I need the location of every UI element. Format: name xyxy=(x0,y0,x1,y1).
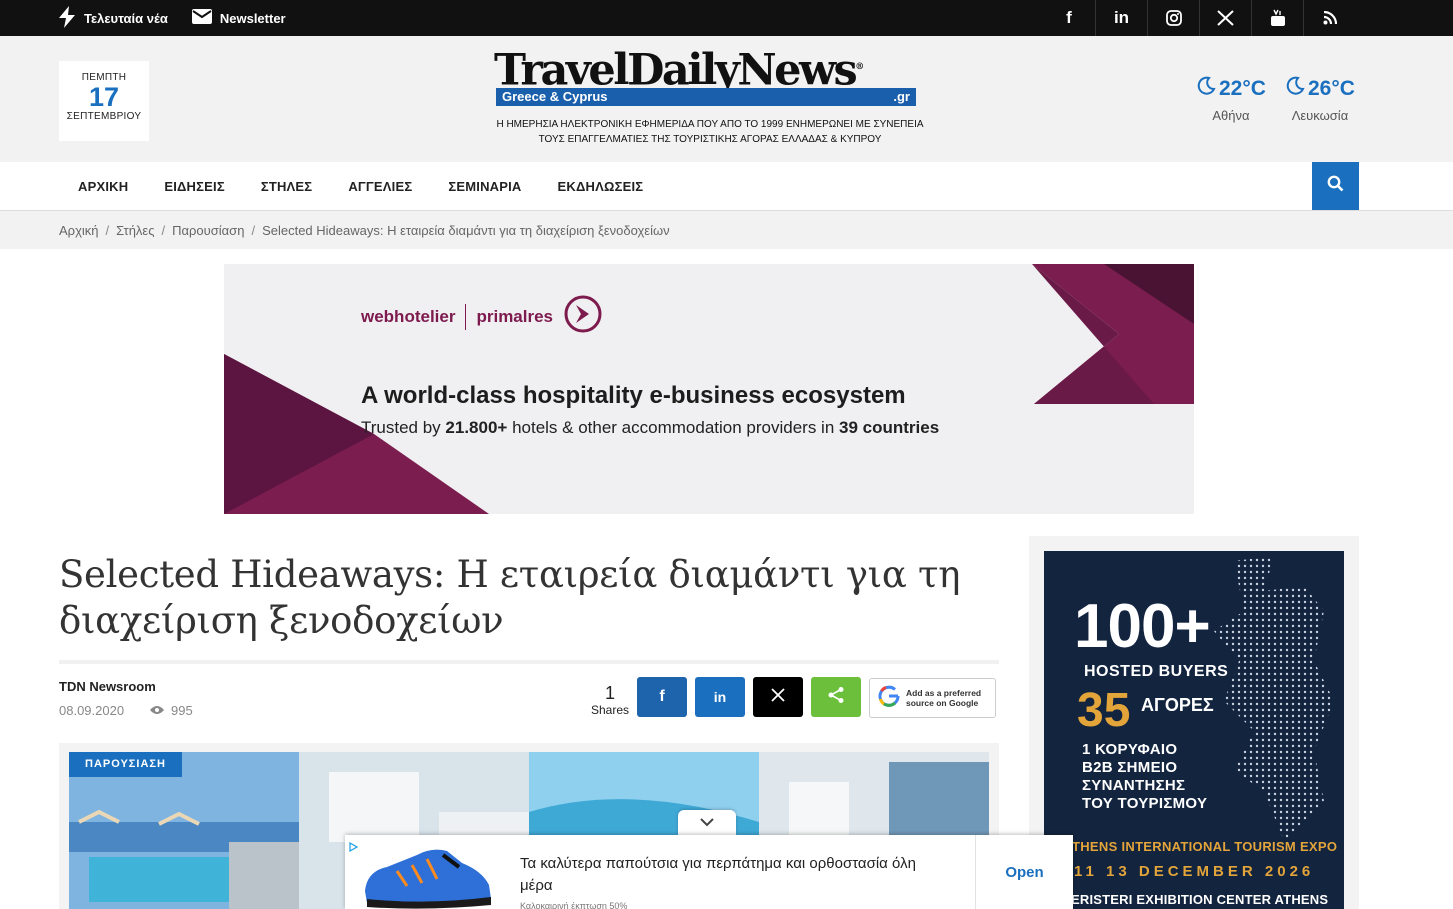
ad-dates: 11 13 DECEMBER 2026 xyxy=(1074,863,1315,880)
top-bar-left: Τελευταία νέα Newsletter xyxy=(58,0,286,36)
date-box: ΠΕΜΠΤΗ 17 ΣΕΠΤΕΜΒΡΙΟΥ xyxy=(59,61,149,141)
moon-icon xyxy=(1285,76,1305,102)
ad-subtext: Καλοκαιρινή έκπτωση 50% xyxy=(520,901,628,909)
breadcrumb-separator: / xyxy=(161,222,166,238)
collapse-ad-button[interactable] xyxy=(678,810,736,835)
latest-news-link[interactable]: Τελευταία νέα xyxy=(58,5,168,31)
nav-item-seminars[interactable]: ΣΕΜΙΝΑΡΙΑ xyxy=(430,179,539,194)
breadcrumb-columns[interactable]: Στήλες xyxy=(116,223,154,238)
weather-city: Λευκωσία xyxy=(1291,108,1349,123)
title-divider xyxy=(59,660,999,664)
search-button[interactable] xyxy=(1312,162,1359,210)
nav-item-classifieds[interactable]: ΑΓΓΕΛΙΕΣ xyxy=(330,179,430,194)
category-tag[interactable]: ΠΑΡΟΥΣΙΑΣΗ xyxy=(69,752,182,777)
brand-logo-icon xyxy=(563,294,603,339)
facebook-icon: f xyxy=(659,688,665,705)
breadcrumb-current: Selected Hideaways: Η εταιρεία διαμάντι … xyxy=(262,222,670,238)
ad-agores: ΑΓΟΡΕΣ xyxy=(1141,695,1214,715)
nav-item-home[interactable]: ΑΡΧΙΚΗ xyxy=(60,179,146,194)
main-nav: ΑΡΧΙΚΗ ΕΙΔΗΣΕΙΣ ΣΤΗΛΕΣ ΑΓΓΕΛΙΕΣ ΣΕΜΙΝΑΡΙ… xyxy=(0,162,1453,211)
ad-venue: ERISTERI EXHIBITION CENTER ATHENS xyxy=(1071,892,1329,907)
nav-item-events[interactable]: ΕΚΔΗΛΩΣΕΙΣ xyxy=(540,179,662,194)
newsletter-label: Newsletter xyxy=(219,10,286,26)
article-author[interactable]: TDN Newsroom xyxy=(59,679,156,694)
logo-domain: .gr xyxy=(893,89,910,104)
youtube-icon[interactable] xyxy=(1251,0,1303,36)
google-preferred-source-button[interactable]: Add as a preferred source on Google xyxy=(869,678,996,718)
search-icon xyxy=(1327,175,1344,197)
top-bar: Τελευταία νέα Newsletter f in xyxy=(0,0,1453,36)
breadcrumb-home[interactable]: Αρχική xyxy=(59,223,99,238)
brand-primalres: primalres xyxy=(476,306,554,326)
top-banner-ad[interactable]: webhotelier primalres A world-class hosp… xyxy=(224,264,1194,514)
banner-subtext: Trusted by 21.800+ hotels & other accomm… xyxy=(361,418,940,437)
article-date: 08.09.2020 xyxy=(59,703,125,718)
site-header: ΠΕΜΠΤΗ 17 ΣΕΠΤΕΜΒΡΙΟΥ TravelDailyNews® G… xyxy=(0,36,1453,162)
eye-icon xyxy=(149,703,165,718)
weather-city: Αθήνα xyxy=(1212,108,1250,123)
ad-number: 35 xyxy=(1077,684,1131,737)
banner-brand: webhotelier primalres xyxy=(361,294,603,339)
share-facebook-button[interactable]: f xyxy=(637,677,687,717)
breadcrumb-separator: / xyxy=(105,222,110,238)
latest-news-label: Τελευταία νέα xyxy=(84,10,168,26)
weather-temp: 26°C xyxy=(1308,77,1355,100)
weather-temp: 22°C xyxy=(1219,77,1266,100)
shares-count: 1 xyxy=(604,683,615,703)
rss-icon[interactable] xyxy=(1303,0,1355,36)
ad-headline-number: 100+ xyxy=(1074,592,1211,661)
share-icon xyxy=(827,686,845,709)
nav-item-columns[interactable]: ΣΤΗΛΕΣ xyxy=(243,179,330,194)
lightning-icon xyxy=(58,5,76,31)
breadcrumb-presentation[interactable]: Παρουσίαση xyxy=(172,223,244,238)
date-day: 17 xyxy=(88,82,120,112)
ad-headline: Τα καλύτερα παπούτσια για περπάτημα και … xyxy=(520,855,916,894)
ad-expo-name: THENS INTERNATIONAL TOURISM EXPO xyxy=(1072,839,1338,854)
logo-subbar: Greece & Cyprus .gr xyxy=(496,88,916,106)
article-views: 995 xyxy=(149,703,193,718)
share-x-button[interactable] xyxy=(753,677,803,717)
dotted-map-graphic xyxy=(1214,556,1334,841)
views-count: 995 xyxy=(171,703,193,718)
site-tagline: Η ΗΜΕΡΗΣΙΑ ΗΛΕΚΤΡΟΝΙΚΗ ΕΦΗΜΕΡΙΔΑ ΠΟΥ ΑΠΟ… xyxy=(496,119,924,145)
google-icon xyxy=(878,685,900,712)
x-icon[interactable] xyxy=(1199,0,1251,36)
ad-product-image xyxy=(357,841,497,909)
ad-open-button[interactable]: Open xyxy=(975,835,1073,909)
date-month: ΣΕΠΤΕΜΒΡΙΟΥ xyxy=(66,111,142,122)
social-links: f in xyxy=(1043,0,1355,36)
sidebar-ad[interactable]: 100+ HOSTED BUYERS 35 ΑΓΟΡΕΣ 1 ΚΟΡΥΦΑΙΟ … xyxy=(1044,551,1344,909)
share-counter: 1 Shares xyxy=(588,683,632,717)
weather-athens: 22°C Αθήνα xyxy=(1196,76,1266,123)
breadcrumb-separator: / xyxy=(251,222,256,238)
linkedin-icon[interactable]: in xyxy=(1095,0,1147,36)
chevron-down-icon xyxy=(699,814,715,832)
nav-item-news[interactable]: ΕΙΔΗΣΕΙΣ xyxy=(146,179,243,194)
instagram-icon[interactable] xyxy=(1147,0,1199,36)
ad-lines: 1 ΚΟΡΥΦΑΙΟ B2B ΣΗΜΕΙΟ ΣΥΝΑΝΤΗΣΗΣ ΤΟΥ ΤΟΥ… xyxy=(1082,741,1208,812)
banner-headline: A world-class hospitality e-business eco… xyxy=(361,382,906,409)
logo-wordmark: TravelDailyNews® xyxy=(494,45,864,96)
breadcrumb: Αρχική / Στήλες / Παρουσίαση / Selected … xyxy=(0,211,1453,249)
moon-icon xyxy=(1196,76,1216,102)
site-logo[interactable]: TravelDailyNews® Greece & Cyprus .gr xyxy=(494,44,934,106)
facebook-icon[interactable]: f xyxy=(1043,0,1095,36)
bottom-sticky-ad[interactable]: Τα καλύτερα παπούτσια για περπάτημα και … xyxy=(345,835,1073,909)
article-title: Selected Hideaways: Η εταιρεία διαμάντι … xyxy=(59,553,961,642)
weather-nicosia: 26°C Λευκωσία xyxy=(1285,76,1355,123)
envelope-icon xyxy=(191,9,212,27)
x-icon xyxy=(771,687,785,707)
brand-webhotelier: webhotelier xyxy=(361,306,456,326)
newsletter-link[interactable]: Newsletter xyxy=(191,9,286,27)
linkedin-icon: in xyxy=(713,689,727,705)
share-linkedin-button[interactable]: in xyxy=(695,677,745,717)
logo-region: Greece & Cyprus xyxy=(502,89,608,104)
share-more-button[interactable] xyxy=(811,677,861,717)
ad-hosted-buyers: HOSTED BUYERS xyxy=(1084,663,1229,680)
shares-label: Shares xyxy=(590,703,630,717)
